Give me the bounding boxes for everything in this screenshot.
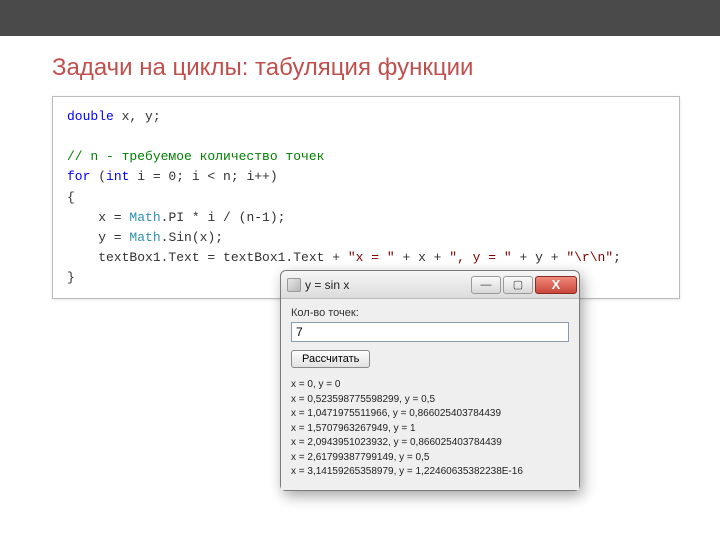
code-text: ( [90,169,106,184]
code-comment: // n - требуемое количество точек [67,149,324,164]
code-string: ", y = " [449,250,511,265]
code-kw-int: int [106,169,129,184]
code-text: { [67,190,75,205]
code-class-math: Math [129,230,160,245]
slide-topbar [0,0,720,36]
calculate-button[interactable]: Рассчитать [291,350,370,368]
app-window: y = sin x — ▢ X Кол-во точек: Рассчитать… [280,270,580,491]
points-label: Кол-во точек: [291,307,569,319]
output-textbox[interactable]: x = 0, y = 0 x = 0,523598775598299, y = … [291,378,569,480]
slide-title: Задачи на циклы: табуляция функции [52,54,720,82]
app-icon [287,278,301,292]
code-block: double x, y; // n - требуемое количество… [52,96,680,299]
code-text: textBox1.Text = textBox1.Text + [67,250,348,265]
minimize-button[interactable]: — [471,276,501,294]
maximize-button[interactable]: ▢ [503,276,533,294]
window-titlebar[interactable]: y = sin x — ▢ X [281,271,579,299]
window-body: Кол-во точек: Рассчитать x = 0, y = 0 x … [281,299,579,490]
code-text: x = [67,210,129,225]
code-text: ; [613,250,621,265]
code-string: "\r\n" [566,250,613,265]
code-kw-for: for [67,169,90,184]
code-text: .Sin(x); [161,230,223,245]
code-text: + x + [395,250,450,265]
points-input[interactable] [291,322,569,342]
code-kw-double: double [67,109,114,124]
code-text: } [67,270,75,285]
code-text: y = [67,230,129,245]
code-text: x, y; [114,109,161,124]
code-text: .PI * i / (n-1); [161,210,286,225]
window-title: y = sin x [305,278,349,292]
code-text: i = 0; i < n; i++) [129,169,277,184]
close-button[interactable]: X [535,276,577,294]
code-class-math: Math [129,210,160,225]
code-text: + y + [512,250,567,265]
code-string: "x = " [348,250,395,265]
